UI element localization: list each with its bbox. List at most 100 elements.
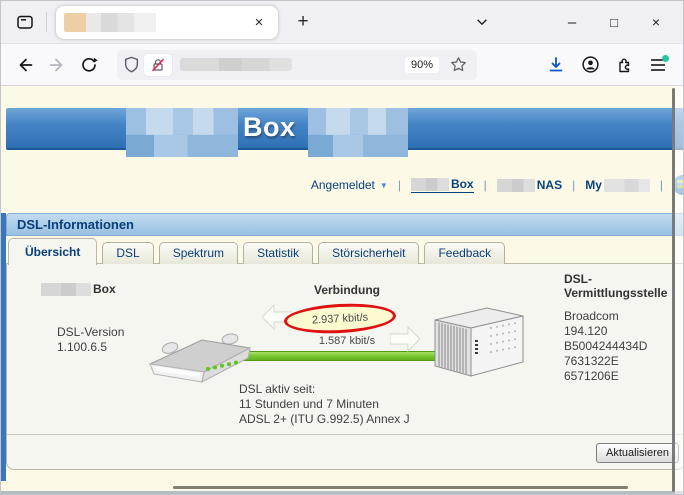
firefox-view-icon <box>16 13 34 31</box>
dslam-title-line1: DSL- <box>564 272 667 286</box>
dslam-serial-3: 6571206E <box>564 369 647 384</box>
uptime-label: DSL aktiv seit: <box>239 382 410 397</box>
tab-title-redacted <box>64 13 156 32</box>
nav-separator: | <box>484 178 487 192</box>
page-bottom-edge <box>1 491 684 494</box>
nav-separator: | <box>398 178 401 192</box>
connection-diagram: Box DSL-Version 1.100.6.5 Verbindung 2.9… <box>7 264 684 434</box>
dsl-version: DSL-Version 1.100.6.5 <box>57 325 124 355</box>
logged-in-label: Angemeldet <box>311 178 375 192</box>
account-button[interactable] <box>573 48 607 82</box>
downloads-button[interactable] <box>539 48 573 82</box>
overview-panel: Box DSL-Version 1.100.6.5 Verbindung 2.9… <box>6 263 684 470</box>
device-label: Box <box>41 282 116 296</box>
account-icon <box>581 55 600 74</box>
nav-box-label: Box <box>451 177 474 191</box>
menu-button[interactable] <box>641 48 675 82</box>
nav-separator: | <box>660 178 663 192</box>
tab-list-chevron-button[interactable] <box>469 9 495 35</box>
horizontal-scrollbar-thumb[interactable] <box>173 486 628 489</box>
browser-window: × + – □ × <box>0 0 684 495</box>
tab-close-button[interactable]: × <box>248 11 270 33</box>
back-button[interactable] <box>9 49 41 81</box>
device-name-redacted <box>41 283 91 296</box>
puzzle-icon <box>615 56 633 74</box>
bookmark-star-button[interactable] <box>445 52 471 78</box>
nav-nas-redacted <box>497 179 535 192</box>
shield-icon[interactable] <box>123 56 140 73</box>
nav-separator: | <box>572 178 575 192</box>
connection-title: Verbindung <box>257 283 437 297</box>
reload-icon <box>80 56 98 74</box>
nav-my-label: My <box>585 178 602 192</box>
url-text-redacted <box>180 58 292 71</box>
vertical-scrollbar-thumb[interactable] <box>672 88 675 492</box>
browser-tab[interactable]: × <box>56 6 278 39</box>
nav-box-redacted <box>411 178 449 191</box>
download-icon <box>547 56 565 74</box>
zoom-level-badge[interactable]: 90% <box>405 57 439 73</box>
dsl-version-label: DSL-Version <box>57 325 124 340</box>
dslam-image <box>431 304 527 380</box>
nav-my-redacted <box>604 179 650 192</box>
dslam-serial-2: 7631322E <box>564 354 647 369</box>
dslam-vendor: Broadcom <box>564 309 647 324</box>
tab-stoersicherheit[interactable]: Störsicherheit <box>318 242 419 264</box>
brand-banner: Box <box>6 108 684 150</box>
chevron-down-icon <box>475 15 489 29</box>
url-bar[interactable]: 90% <box>117 50 477 80</box>
device-name-suffix: Box <box>93 282 116 296</box>
panel-title: DSL-Informationen <box>6 213 684 236</box>
toolbar-right-icons <box>539 48 675 82</box>
dslam-details: Broadcom 194.120 B5004244434D 7631322E 6… <box>564 309 647 384</box>
reload-button[interactable] <box>73 49 105 81</box>
tab-feedback[interactable]: Feedback <box>424 242 505 264</box>
brand-title: Box <box>243 112 296 143</box>
router-image <box>144 330 264 386</box>
star-icon <box>450 56 467 73</box>
connection-not-secure-chip[interactable] <box>144 54 172 76</box>
dslam-title-line2: Vermittlungsstelle <box>564 286 667 300</box>
tab-divider <box>46 12 47 32</box>
nav-link-box[interactable]: Box <box>411 177 474 193</box>
window-close-button[interactable]: × <box>635 7 677 37</box>
dslam-title: DSL- Vermittlungsstelle <box>564 272 667 300</box>
forward-button[interactable] <box>41 49 73 81</box>
extensions-button[interactable] <box>607 48 641 82</box>
dsl-uptime: DSL aktiv seit: 11 Stunden und 7 Minuten… <box>239 382 410 427</box>
dsl-version-value: 1.100.6.5 <box>57 340 124 355</box>
panel-tabs: Übersicht DSL Spektrum Statistik Störsic… <box>8 238 505 264</box>
panel-button-row: Aktualisieren <box>7 434 684 469</box>
update-available-dot <box>662 55 669 62</box>
downstream-rate-highlight: 2.937 kbit/s <box>283 301 396 336</box>
window-maximize-button[interactable]: □ <box>593 7 635 37</box>
top-nav-row: Angemeldet ▼ | Box | NAS | My | <box>1 174 684 196</box>
tab-statistik[interactable]: Statistik <box>243 242 313 264</box>
lock-slash-icon <box>151 58 165 72</box>
nav-link-nas[interactable]: NAS <box>497 178 562 192</box>
new-tab-button[interactable]: + <box>290 9 316 35</box>
tab-spektrum[interactable]: Spektrum <box>159 242 238 264</box>
uptime-value: 11 Stunden und 7 Minuten <box>239 397 410 412</box>
refresh-button[interactable]: Aktualisieren <box>596 443 679 463</box>
brand-redacted-right <box>308 108 408 157</box>
vertical-scrollbar-track[interactable] <box>675 86 684 494</box>
dsl-protocol: ADSL 2+ (ITU G.992.5) Annex J <box>239 412 410 427</box>
logged-in-dropdown[interactable]: Angemeldet ▼ <box>311 178 388 192</box>
firefox-view-button[interactable] <box>11 8 39 36</box>
tab-uebersicht[interactable]: Übersicht <box>8 238 97 265</box>
forward-arrow-icon <box>48 56 66 74</box>
nav-nas-label: NAS <box>537 178 562 192</box>
back-arrow-icon <box>16 56 34 74</box>
window-minimize-button[interactable]: – <box>551 7 593 37</box>
page-content: Box Angemeldet ▼ | Box | NAS | My | <box>1 86 684 494</box>
browser-toolbar: 90% <box>1 43 683 86</box>
downstream-rate-value: 2.937 kbit/s <box>312 311 369 326</box>
nav-link-my[interactable]: My <box>585 178 650 192</box>
brand-redacted-left <box>126 108 238 157</box>
tab-strip: × + – □ × <box>1 1 683 43</box>
upstream-arrow-icon <box>390 326 420 352</box>
tab-dsl[interactable]: DSL <box>102 242 153 264</box>
dropdown-arrow-icon: ▼ <box>380 181 388 190</box>
dslam-serial-1: B5004244434D <box>564 339 647 354</box>
